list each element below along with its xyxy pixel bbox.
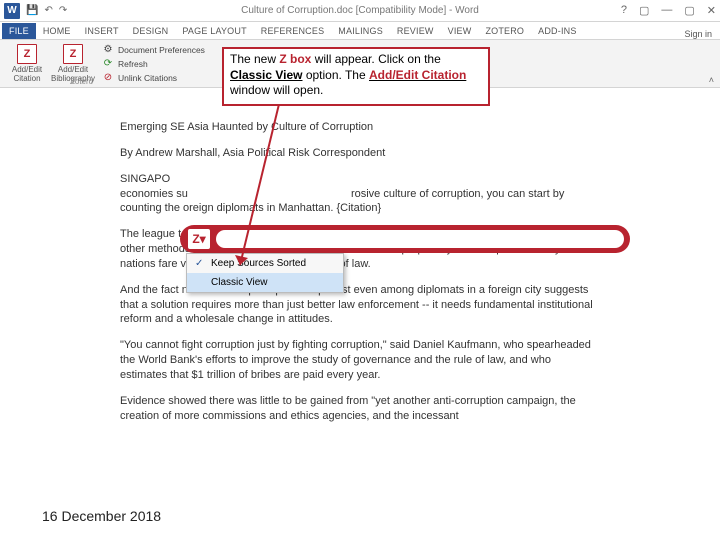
tab-references[interactable]: REFERENCES	[254, 23, 332, 39]
menu-classic-view[interactable]: Classic View	[187, 273, 343, 292]
doc-para-4: "You cannot fight corruption just by fig…	[120, 338, 600, 383]
tab-view[interactable]: VIEW	[441, 23, 479, 39]
zotero-bib-icon: Z	[63, 44, 83, 64]
window-title: Culture of Corruption.doc [Compatibility…	[241, 5, 479, 16]
callout-text2: will appear. Click on the	[311, 52, 440, 66]
refresh-button[interactable]: ⟳ Refresh	[102, 57, 205, 71]
check-icon: ✓	[195, 258, 205, 269]
collapse-ribbon-icon[interactable]: ˄	[709, 75, 714, 85]
zotero-dropdown-menu: ✓ Keep Sources Sorted Classic View	[186, 253, 344, 293]
titlebar: W 💾 ↶ ↷ Culture of Corruption.doc [Compa…	[0, 0, 720, 22]
tab-page-layout[interactable]: PAGE LAYOUT	[175, 23, 253, 39]
tab-design[interactable]: DESIGN	[126, 23, 176, 39]
minimize-icon[interactable]: —	[661, 4, 672, 17]
add-edit-citation-label2: Citation	[13, 75, 40, 84]
ribbon-display-icon[interactable]: ▢	[639, 4, 649, 17]
word-icon: W	[4, 3, 20, 19]
callout-addeditcit: Add/Edit Citation	[369, 68, 466, 82]
doc-frag: economies su	[120, 188, 188, 200]
callout-classic: Classic View	[230, 68, 303, 82]
doc-byline: By Andrew Marshall, Asia Political Risk …	[120, 146, 600, 161]
unlink-citations-button[interactable]: ⊘ Unlink Citations	[102, 71, 205, 85]
document-preferences-label: Document Preferences	[118, 45, 205, 55]
tab-file[interactable]: FILE	[2, 23, 36, 39]
zotero-z-icon[interactable]: Z▾	[188, 229, 210, 249]
callout-zbox: Z box	[279, 52, 311, 66]
zotero-citation-icon: Z	[17, 44, 37, 64]
zotero-search-input[interactable]	[216, 230, 624, 248]
doc-frag: oreign diplomats in Manhattan. {Citation…	[183, 202, 381, 214]
callout-text3: option. The	[303, 68, 370, 82]
refresh-icon: ⟳	[102, 58, 114, 70]
unlink-icon: ⊘	[102, 72, 114, 84]
tab-review[interactable]: REVIEW	[390, 23, 441, 39]
tab-home[interactable]: HOME	[36, 23, 78, 39]
doc-para-1: SINGAPO economies su rosive culture of c…	[120, 172, 600, 217]
instruction-callout: The new Z box will appear. Click on the …	[222, 47, 490, 106]
menu-classic-label: Classic View	[211, 277, 268, 288]
zotero-quick-citation-bar[interactable]: Z▾	[180, 225, 630, 253]
add-edit-citation-button[interactable]: Z Add/Edit Citation	[4, 42, 50, 86]
refresh-label: Refresh	[118, 59, 148, 69]
undo-icon[interactable]: ↶	[44, 5, 52, 16]
callout-text: The new	[230, 52, 279, 66]
tab-zotero[interactable]: ZOTERO	[478, 23, 531, 39]
restore-icon[interactable]: ▢	[684, 4, 694, 17]
doc-frag: SINGAPO	[120, 173, 170, 185]
tab-addins[interactable]: ADD-INS	[531, 23, 583, 39]
doc-para-5: Evidence showed there was little to be g…	[120, 394, 600, 424]
quick-access-toolbar: 💾 ↶ ↷	[26, 5, 67, 16]
callout-text4: window will open.	[230, 83, 323, 97]
document-preferences-button[interactable]: ⚙ Document Preferences	[102, 43, 205, 57]
gear-icon: ⚙	[102, 44, 114, 56]
tab-mailings[interactable]: MAILINGS	[331, 23, 390, 39]
footer-date: 16 December 2018	[42, 508, 161, 524]
save-icon[interactable]: 💾	[26, 5, 38, 16]
menu-keep-sources-sorted[interactable]: ✓ Keep Sources Sorted	[187, 254, 343, 273]
sign-in-link[interactable]: Sign in	[684, 29, 712, 39]
redo-icon[interactable]: ↷	[59, 5, 67, 16]
tab-insert[interactable]: INSERT	[78, 23, 126, 39]
ribbon-group-label: Zotero	[70, 77, 93, 86]
menu-keep-label: Keep Sources Sorted	[211, 258, 306, 269]
unlink-label: Unlink Citations	[118, 73, 177, 83]
close-icon[interactable]: ✕	[707, 4, 716, 17]
help-icon[interactable]: ?	[621, 4, 627, 17]
ribbon-tabs: FILE HOME INSERT DESIGN PAGE LAYOUT REFE…	[0, 22, 720, 40]
document-body: Emerging SE Asia Haunted by Culture of C…	[50, 100, 670, 500]
doc-title: Emerging SE Asia Haunted by Culture of C…	[120, 120, 600, 135]
